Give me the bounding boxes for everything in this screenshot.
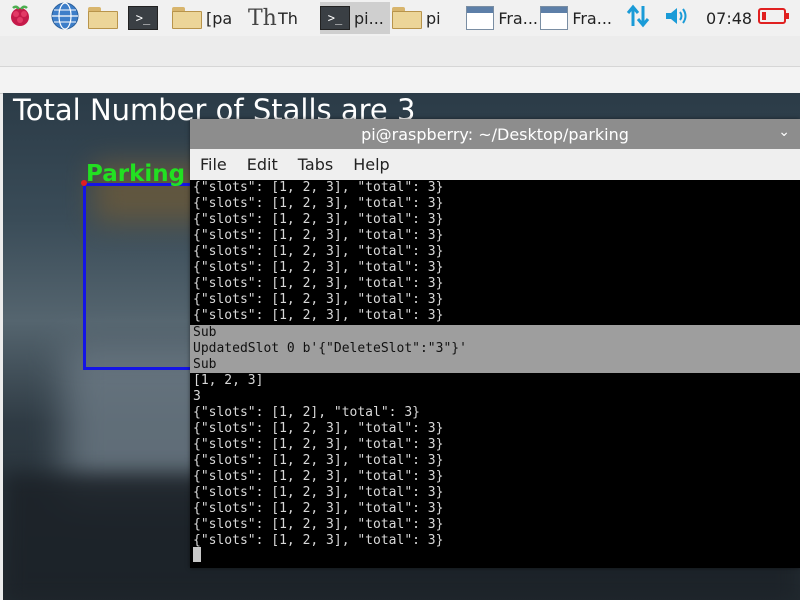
terminal-line: {"slots": [1, 2], "total": 3} <box>193 405 420 420</box>
terminal-line: {"slots": [1, 2, 3], "total": 3} <box>193 292 444 307</box>
terminal-line: {"slots": [1, 2, 3], "total": 3} <box>193 533 444 548</box>
terminal-icon: >_ <box>320 6 350 30</box>
terminal-line: {"slots": [1, 2, 3], "total": 3} <box>193 501 444 516</box>
terminal-line: {"slots": [1, 2, 3], "total": 3} <box>193 308 444 323</box>
speaker-icon <box>662 2 690 34</box>
terminal-line: Sub <box>193 357 217 372</box>
terminal-line: {"slots": [1, 2, 3], "total": 3} <box>193 485 444 500</box>
menu-file[interactable]: File <box>190 155 237 174</box>
clock[interactable]: 07:48 <box>700 2 752 34</box>
chevron-down-icon[interactable]: ⌄ <box>778 124 790 140</box>
terminal-line: {"slots": [1, 2, 3], "total": 3} <box>193 421 444 436</box>
taskbar-item-pa[interactable]: [pa <box>172 2 244 34</box>
terminal-line: {"slots": [1, 2, 3], "total": 3} <box>193 196 444 211</box>
taskbar: >_ [pa Th Th >_ pi... pi Fra... Fra... 0… <box>0 0 800 37</box>
folder-icon <box>172 7 202 29</box>
volume-control[interactable] <box>662 2 692 34</box>
taskbar-item-terminal[interactable]: >_ pi... <box>320 2 390 34</box>
folder-icon <box>392 7 422 29</box>
terminal-line: {"slots": [1, 2, 3], "total": 3} <box>193 517 444 532</box>
taskbar-item-label: Fra... <box>572 8 612 28</box>
terminal-line: {"slots": [1, 2, 3], "total": 3} <box>193 437 444 452</box>
menu-help[interactable]: Help <box>343 155 399 174</box>
taskbar-item-label: Th <box>278 8 298 28</box>
terminal-line: {"slots": [1, 2, 3], "total": 3} <box>193 260 444 275</box>
terminal-line: {"slots": [1, 2, 3], "total": 3} <box>193 244 444 259</box>
browser-launcher[interactable] <box>50 2 84 34</box>
terminal-line: Sub <box>193 325 217 340</box>
terminal-titlebar[interactable]: pi@raspberry: ~/Desktop/parking ⌄ <box>190 119 800 149</box>
terminal-line: {"slots": [1, 2, 3], "total": 3} <box>193 228 444 243</box>
parking-label: Parking <box>86 161 186 187</box>
taskbar-item-pi-folder[interactable]: pi <box>392 2 464 34</box>
terminal-line: {"slots": [1, 2, 3], "total": 3} <box>193 453 444 468</box>
terminal-line: {"slots": [1, 2, 3], "total": 3} <box>193 212 444 227</box>
raspberry-menu-button[interactable] <box>6 2 40 34</box>
taskbar-item-label: [pa <box>206 8 233 28</box>
taskbar-item-label: pi <box>426 8 441 28</box>
window-toolbar-strip <box>0 66 800 94</box>
menu-edit[interactable]: Edit <box>237 155 288 174</box>
terminal-line: 3 <box>193 389 201 404</box>
terminal-line: UpdatedSlot 0 b'{"DeleteSlot":"3"}' <box>193 341 467 356</box>
menu-tabs[interactable]: Tabs <box>288 155 343 174</box>
frame-window-icon <box>466 6 495 30</box>
network-arrows-icon <box>624 2 652 34</box>
terminal-line: {"slots": [1, 2, 3], "total": 3} <box>193 469 444 484</box>
terminal-icon: >_ <box>128 6 158 30</box>
terminal-title: pi@raspberry: ~/Desktop/parking <box>361 124 629 144</box>
terminal-line: {"slots": [1, 2, 3], "total": 3} <box>193 276 444 291</box>
battery-status[interactable] <box>758 2 792 34</box>
terminal-window[interactable]: pi@raspberry: ~/Desktop/parking ⌄ File E… <box>190 119 800 568</box>
terminal-cursor <box>193 547 201 562</box>
taskbar-item-thonny[interactable]: Th Th <box>248 2 318 34</box>
thonny-icon: Th <box>248 5 277 31</box>
frame-window-icon <box>540 6 569 30</box>
folder-icon <box>88 7 118 29</box>
terminal-line: {"slots": [1, 2, 3], "total": 3} <box>193 180 444 195</box>
file-manager-launcher[interactable] <box>88 2 124 34</box>
taskbar-item-frame-1[interactable]: Fra... <box>466 2 538 34</box>
terminal-launcher[interactable]: >_ <box>128 2 164 34</box>
battery-icon <box>758 6 790 30</box>
terminal-menubar: File Edit Tabs Help <box>190 149 800 180</box>
taskbar-item-frame-2[interactable]: Fra... <box>540 2 612 34</box>
terminal-line: [1, 2, 3] <box>193 373 264 388</box>
network-status[interactable] <box>624 2 654 34</box>
taskbar-item-label: pi... <box>354 8 384 28</box>
raspberry-icon <box>6 2 34 34</box>
taskbar-item-label: Fra... <box>498 8 538 28</box>
clock-time: 07:48 <box>706 8 753 28</box>
terminal-output[interactable]: {"slots": [1, 2, 3], "total": 3} {"slots… <box>190 180 800 568</box>
globe-icon <box>50 1 80 35</box>
